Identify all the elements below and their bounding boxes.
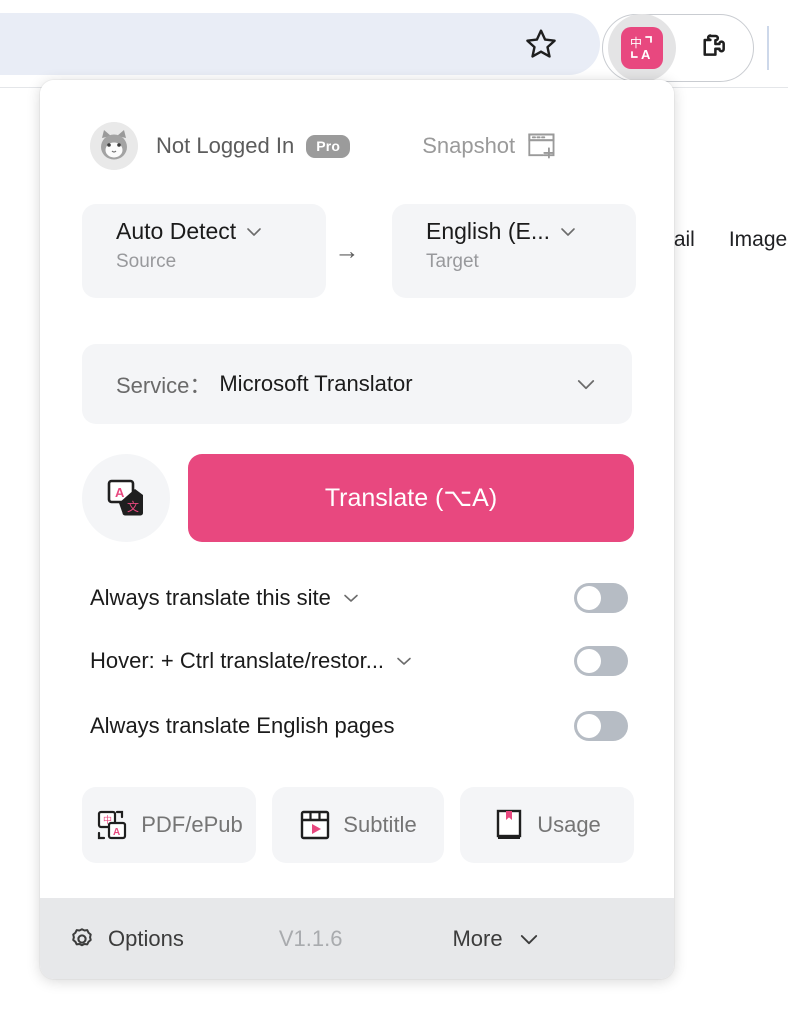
bilingual-translate-icon-button[interactable]: A 文 <box>82 454 170 542</box>
snapshot-add-icon <box>527 131 557 161</box>
always-translate-english-label: Always translate English pages <box>90 713 395 738</box>
always-translate-english-row: Always translate English pages <box>40 705 674 747</box>
address-bar[interactable] <box>0 13 600 75</box>
svg-text:A: A <box>113 827 120 838</box>
service-selector[interactable]: Service： Microsoft Translator <box>82 344 632 424</box>
service-label: Service： <box>116 373 212 398</box>
subtitle-button[interactable]: Subtitle <box>272 787 444 863</box>
feature-buttons-row: 中 A PDF/ePub Subtitle Usage <box>40 787 674 863</box>
pdf-epub-button[interactable]: 中 A PDF/ePub <box>82 787 256 863</box>
options-label: Options <box>108 925 184 951</box>
svg-text:A: A <box>115 485 125 500</box>
always-translate-site-row: Always translate this site <box>40 577 674 619</box>
browser-toolbar: 中 A <box>0 0 788 88</box>
subtitle-label: Subtitle <box>343 812 417 837</box>
immersive-translate-extension-icon[interactable]: 中 A <box>621 27 663 69</box>
extensions-puzzle-icon[interactable] <box>692 28 734 68</box>
options-button[interactable]: Options <box>68 925 184 953</box>
pdf-epub-label: PDF/ePub <box>141 812 243 837</box>
language-direction-arrow: → <box>334 236 360 265</box>
translate-action-row: A 文 Translate (⌥A) <box>40 454 674 542</box>
target-language-selector[interactable]: English (E... Target <box>392 204 636 298</box>
source-language-selector[interactable]: Auto Detect Source <box>82 204 326 298</box>
toggle-knob <box>577 586 601 610</box>
usage-book-icon <box>493 808 525 842</box>
chevron-down-icon <box>558 222 578 242</box>
chevron-down-icon[interactable] <box>394 651 414 671</box>
service-value: Microsoft Translator <box>219 371 413 396</box>
chevron-down-icon <box>574 372 598 396</box>
extension-popup: Not Logged In Pro Snapshot Auto Detect S… <box>40 80 674 979</box>
subtitle-play-icon <box>299 809 331 841</box>
bookmark-star-icon[interactable] <box>519 27 563 61</box>
pdf-epub-icon: 中 A <box>95 808 129 842</box>
chevron-down-icon <box>517 927 541 951</box>
more-label: More <box>452 925 503 951</box>
source-language-value: Auto Detect <box>116 218 237 244</box>
svg-text:A: A <box>641 47 651 62</box>
more-button[interactable]: More <box>452 926 540 952</box>
popup-content: Not Logged In Pro Snapshot Auto Detect S… <box>40 80 674 898</box>
version-label: V1.1.6 <box>278 925 343 951</box>
source-language-sublabel: Source <box>116 251 177 272</box>
snapshot-label: Snapshot <box>422 133 516 158</box>
toggle-knob <box>577 714 601 738</box>
account-row: Not Logged In Pro Snapshot <box>40 118 674 174</box>
translate-button[interactable]: Translate (⌥A) <box>188 454 634 542</box>
page-link-images[interactable]: Images <box>729 228 788 252</box>
hover-translate-label-group[interactable]: Hover: + Ctrl translate/restor... <box>90 648 414 674</box>
always-translate-site-toggle[interactable] <box>574 583 628 613</box>
avatar[interactable] <box>90 122 138 170</box>
always-translate-english-toggle[interactable] <box>574 711 628 741</box>
hover-translate-row: Hover: + Ctrl translate/restor... <box>40 640 674 682</box>
gear-icon <box>68 925 96 953</box>
target-language-sublabel: Target <box>426 251 479 272</box>
pro-badge: Pro <box>306 134 351 158</box>
always-translate-site-label: Always translate this site <box>90 585 331 610</box>
chevron-down-icon[interactable] <box>341 588 361 608</box>
always-translate-site-label-group[interactable]: Always translate this site <box>90 585 361 611</box>
toolbar-divider <box>767 26 769 70</box>
toggle-knob <box>577 649 601 673</box>
usage-label: Usage <box>537 812 601 837</box>
usage-button[interactable]: Usage <box>460 787 634 863</box>
language-selection-row: Auto Detect Source → English (E... Targe… <box>40 204 674 298</box>
target-language-value: English (E... <box>426 218 550 244</box>
popup-footer: Options V1.1.6 More <box>40 898 674 979</box>
svg-text:文: 文 <box>127 499 139 514</box>
always-translate-english-label-group: Always translate English pages <box>90 713 395 739</box>
hover-translate-label: Hover: + Ctrl translate/restor... <box>90 648 385 673</box>
hover-translate-toggle[interactable] <box>574 646 628 676</box>
account-name: Not Logged In <box>156 133 295 158</box>
snapshot-button[interactable]: Snapshot <box>422 131 557 161</box>
chevron-down-icon <box>244 222 264 242</box>
